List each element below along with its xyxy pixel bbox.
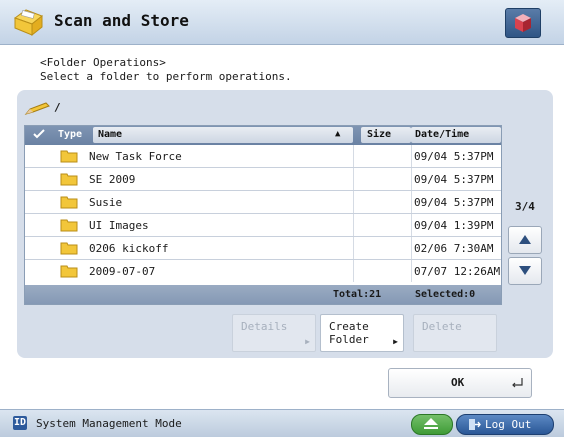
settings-cube-button[interactable] <box>505 8 541 38</box>
column-date-label: Date/Time <box>415 129 470 140</box>
folder-icon <box>60 265 78 278</box>
logout-label: Log Out <box>485 418 532 431</box>
submenu-arrow-icon: ▶ <box>305 337 310 346</box>
column-date[interactable]: Date/Time <box>411 127 501 143</box>
title-bar: Scan and Store <box>0 0 564 45</box>
create-folder-label-2: Folder <box>329 333 369 346</box>
app-title: Scan and Store <box>54 11 189 30</box>
row-date: 09/04 1:39PM <box>414 219 494 232</box>
system-mode-label: System Management Mode <box>36 417 182 430</box>
total-count: Total:21 <box>333 289 382 300</box>
row-date: 09/04 5:37PM <box>414 150 494 163</box>
submenu-arrow-icon: ▶ <box>393 337 398 346</box>
selected-count: Selected:0 <box>415 289 476 300</box>
folder-icon <box>60 196 78 209</box>
row-name: Susie <box>89 196 123 209</box>
row-name: New Task Force <box>89 150 182 163</box>
logout-button[interactable]: Log Out <box>456 414 554 435</box>
row-name: UI Images <box>89 219 149 232</box>
delete-button[interactable]: Delete <box>413 314 497 352</box>
row-date: 09/04 5:37PM <box>414 196 494 209</box>
sort-ascending-icon: ▲ <box>335 129 341 139</box>
eject-icon <box>424 418 438 429</box>
table-row[interactable]: New Task Force 09/04 5:37PM <box>25 145 501 168</box>
instruction-text: Select a folder to perform operations. <box>40 70 292 83</box>
folder-scan-icon <box>13 9 43 37</box>
id-icon: ID <box>13 416 27 430</box>
folder-icon <box>60 219 78 232</box>
table-header: Type Name ▲ Size Date/Time <box>25 126 501 145</box>
delete-label: Delete <box>422 320 462 333</box>
instruction-header: <Folder Operations> Select a folder to p… <box>40 56 292 84</box>
table-row[interactable]: SE 2009 09/04 5:37PM <box>25 168 501 191</box>
column-size-label: Size <box>367 129 392 140</box>
ok-button[interactable]: OK <box>388 368 532 398</box>
page-indicator: 3/4 <box>515 200 535 213</box>
logout-icon <box>469 419 481 430</box>
row-name: 0206 kickoff <box>89 242 169 255</box>
column-name[interactable]: Name ▲ <box>93 127 353 143</box>
status-bar: ID System Management Mode Log Out <box>0 409 564 437</box>
table-footer: Total:21 Selected:0 <box>25 285 501 304</box>
table-row[interactable]: 0206 kickoff 02/06 7:30AM <box>25 237 501 260</box>
folder-table: Type Name ▲ Size Date/Time New Task Forc… <box>24 125 502 305</box>
scroll-down-button[interactable] <box>508 257 542 285</box>
folder-icon <box>60 242 78 255</box>
create-folder-button[interactable]: Create Folder ▶ <box>320 314 404 352</box>
column-size[interactable]: Size <box>361 127 411 143</box>
return-icon <box>512 378 523 388</box>
path-label: / <box>54 101 61 114</box>
folder-icon <box>60 173 78 186</box>
row-date: 09/04 5:37PM <box>414 173 494 186</box>
row-name: SE 2009 <box>89 173 136 186</box>
table-row[interactable]: Susie 09/04 5:37PM <box>25 191 501 214</box>
details-label: Details <box>241 320 288 333</box>
column-type[interactable]: Type <box>58 129 82 143</box>
eject-button[interactable] <box>411 414 453 435</box>
create-folder-label-1: Create <box>329 320 369 333</box>
row-name: 2009-07-07 <box>89 265 156 278</box>
pencil-icon <box>24 102 50 115</box>
cube-icon <box>515 14 531 32</box>
checkmark-icon[interactable] <box>33 129 45 143</box>
column-name-label: Name <box>98 129 123 140</box>
ok-label: OK <box>451 376 465 389</box>
details-button[interactable]: Details ▶ <box>232 314 316 352</box>
section-title: <Folder Operations> <box>40 56 166 69</box>
folder-icon <box>60 150 78 163</box>
row-date: 02/06 7:30AM <box>414 242 494 255</box>
scroll-up-button[interactable] <box>508 226 542 254</box>
arrow-up-icon <box>519 235 531 244</box>
table-row[interactable]: UI Images 09/04 1:39PM <box>25 214 501 237</box>
table-row[interactable]: 2009-07-07 07/07 12:26AM <box>25 260 501 282</box>
row-date: 07/07 12:26AM <box>414 265 501 278</box>
arrow-down-icon <box>519 266 531 275</box>
